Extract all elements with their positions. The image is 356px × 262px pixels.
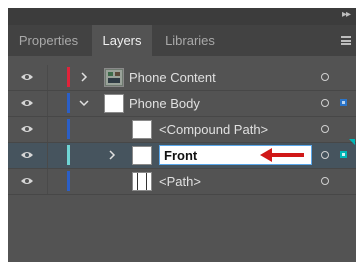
target-circle-icon[interactable] — [321, 125, 329, 133]
layer-name: <Compound Path> — [159, 122, 269, 137]
chevron-right-icon[interactable] — [106, 148, 118, 162]
layers-panel: ▸▸ Properties Layers Libraries Phone Con… — [8, 8, 356, 262]
chevron-down-icon[interactable] — [78, 96, 90, 110]
selection-corner-marker — [349, 139, 355, 145]
eye-icon[interactable] — [20, 176, 34, 186]
chevron-right-icon[interactable] — [78, 70, 90, 84]
layer-row-front[interactable] — [8, 139, 356, 169]
divider — [47, 169, 48, 194]
layer-row-phone-body[interactable]: Phone Body — [8, 91, 356, 117]
layer-thumbnail — [132, 146, 152, 165]
layer-row-phone-content[interactable]: Phone Content — [8, 65, 356, 91]
layer-row-path[interactable]: <Path> — [8, 169, 356, 195]
divider — [47, 117, 48, 142]
layer-row-compound-path[interactable]: <Compound Path> — [8, 117, 356, 143]
tab-properties[interactable]: Properties — [8, 25, 89, 56]
panel-menu-icon[interactable] — [341, 36, 351, 45]
eye-icon[interactable] — [20, 150, 34, 160]
layer-name: Phone Content — [129, 70, 216, 85]
eye-icon[interactable] — [20, 72, 34, 82]
selection-square-icon[interactable] — [340, 151, 347, 158]
tab-libraries[interactable]: Libraries — [152, 25, 228, 56]
layer-color-bar — [67, 119, 70, 139]
layer-name: Phone Body — [129, 96, 200, 111]
layer-thumbnail — [132, 172, 152, 191]
divider — [47, 65, 48, 90]
layer-color-bar — [67, 145, 70, 165]
divider — [47, 91, 48, 116]
divider — [47, 143, 48, 168]
layer-color-bar — [67, 67, 70, 87]
selection-square-icon[interactable] — [340, 99, 347, 106]
layer-thumbnail — [132, 120, 152, 139]
panel-title-bar: ▸▸ — [8, 8, 356, 25]
target-circle-icon[interactable] — [321, 73, 329, 81]
collapse-icon[interactable]: ▸▸ — [342, 9, 351, 20]
target-circle-icon[interactable] — [321, 177, 329, 185]
tab-strip: Properties Layers Libraries — [8, 25, 356, 56]
layer-color-bar — [67, 171, 70, 191]
target-circle-icon[interactable] — [321, 151, 329, 159]
layer-thumbnail — [104, 94, 124, 113]
layer-thumbnail — [104, 68, 124, 87]
layer-list: Phone Content Phone Body <Compound Path>… — [8, 65, 356, 195]
eye-icon[interactable] — [20, 124, 34, 134]
target-circle-icon[interactable] — [321, 99, 329, 107]
layer-color-bar — [67, 93, 70, 113]
annotation-arrow — [260, 148, 304, 162]
eye-icon[interactable] — [20, 98, 34, 108]
layer-name: <Path> — [159, 174, 201, 189]
tab-layers[interactable]: Layers — [92, 25, 152, 56]
